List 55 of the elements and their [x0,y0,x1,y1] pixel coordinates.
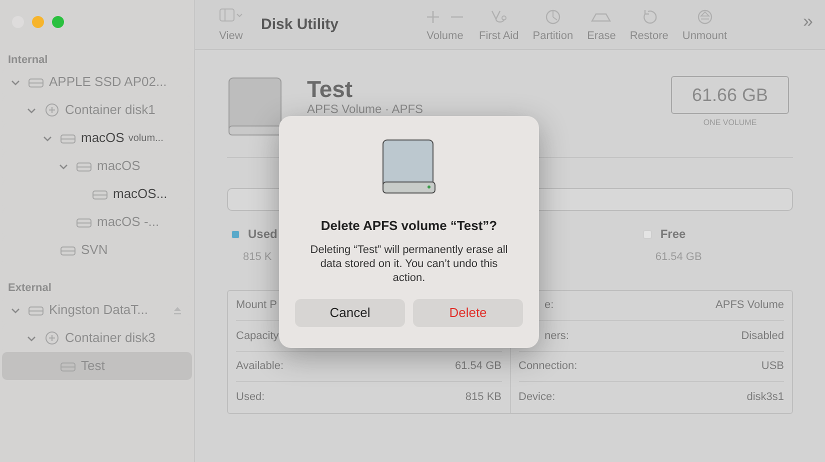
window-title: Disk Utility [261,15,340,35]
legend-label: Free [660,226,686,243]
toolbar-button[interactable]: Erase [585,8,618,44]
info-label: Available: [236,359,284,374]
capacity-caption: ONE VOLUME [703,117,757,129]
volume-type: APFS Volume · APFS [307,102,424,116]
info-value: Disabled [741,328,784,344]
info-label: Capacity [236,328,279,344]
volume-detail: volum... [128,132,164,146]
chevron-down-icon[interactable] [42,134,52,142]
info-label: Mount P [236,298,277,313]
toolbar-button[interactable]: Volume [423,8,467,44]
info-value: USB [761,359,784,374]
toolbar-button[interactable]: Unmount [680,8,730,44]
info-value: 815 KB [465,390,502,405]
pie-icon [544,9,561,25]
chevron-down-icon[interactable] [10,306,20,314]
info-label: e: [544,298,554,313]
volume-name: Test [307,76,354,102]
section-heading: Internal [7,52,49,68]
info-value: APFS Volume [716,298,784,313]
chevron-down-icon[interactable] [26,106,36,114]
toolbar-button[interactable]: Partition [530,8,576,44]
dialog-message: Deleting “Test” will permanently erase all data stored on it. You can’t undo this action. [309,242,509,284]
legend-label: Used [248,226,278,243]
more-icon[interactable]: » [802,8,813,35]
zoom-button[interactable] [52,16,64,28]
toolbar-button[interactable]: Restore [628,8,670,44]
section-heading: External [7,280,52,296]
view-button[interactable]: View [213,8,249,44]
chevron-down-icon[interactable] [58,162,68,170]
cancel-button[interactable]: Cancel [295,298,405,326]
unmount-icon [696,9,713,25]
dialog-title: Delete APFS volume “Test”? [320,217,498,235]
toolbar-button[interactable]: First Aid [477,8,521,44]
delete-button[interactable]: Delete [413,298,523,326]
sidebar-icon [219,8,243,22]
restore-icon [641,9,658,25]
eject-icon[interactable] [173,306,182,314]
info-label: ners: [544,328,569,344]
minimize-button[interactable] [32,16,44,28]
info-value: 61.54 GB [455,359,502,374]
drive-icon [380,138,438,196]
add-remove-icon [425,9,465,25]
container-icon [44,330,60,346]
info-label: Connection: [518,359,578,374]
container-icon [44,102,60,118]
info-label: Device: [518,390,556,405]
chevron-down-icon[interactable] [26,334,36,342]
legend-value: 61.54 GB [655,250,702,265]
stethoscope-icon [488,9,509,25]
capacity-box: 61.66 GB [671,76,789,114]
info-value: disk3s1 [746,390,784,405]
info-label: Used: [236,390,265,405]
chevron-down-icon[interactable] [10,78,20,86]
